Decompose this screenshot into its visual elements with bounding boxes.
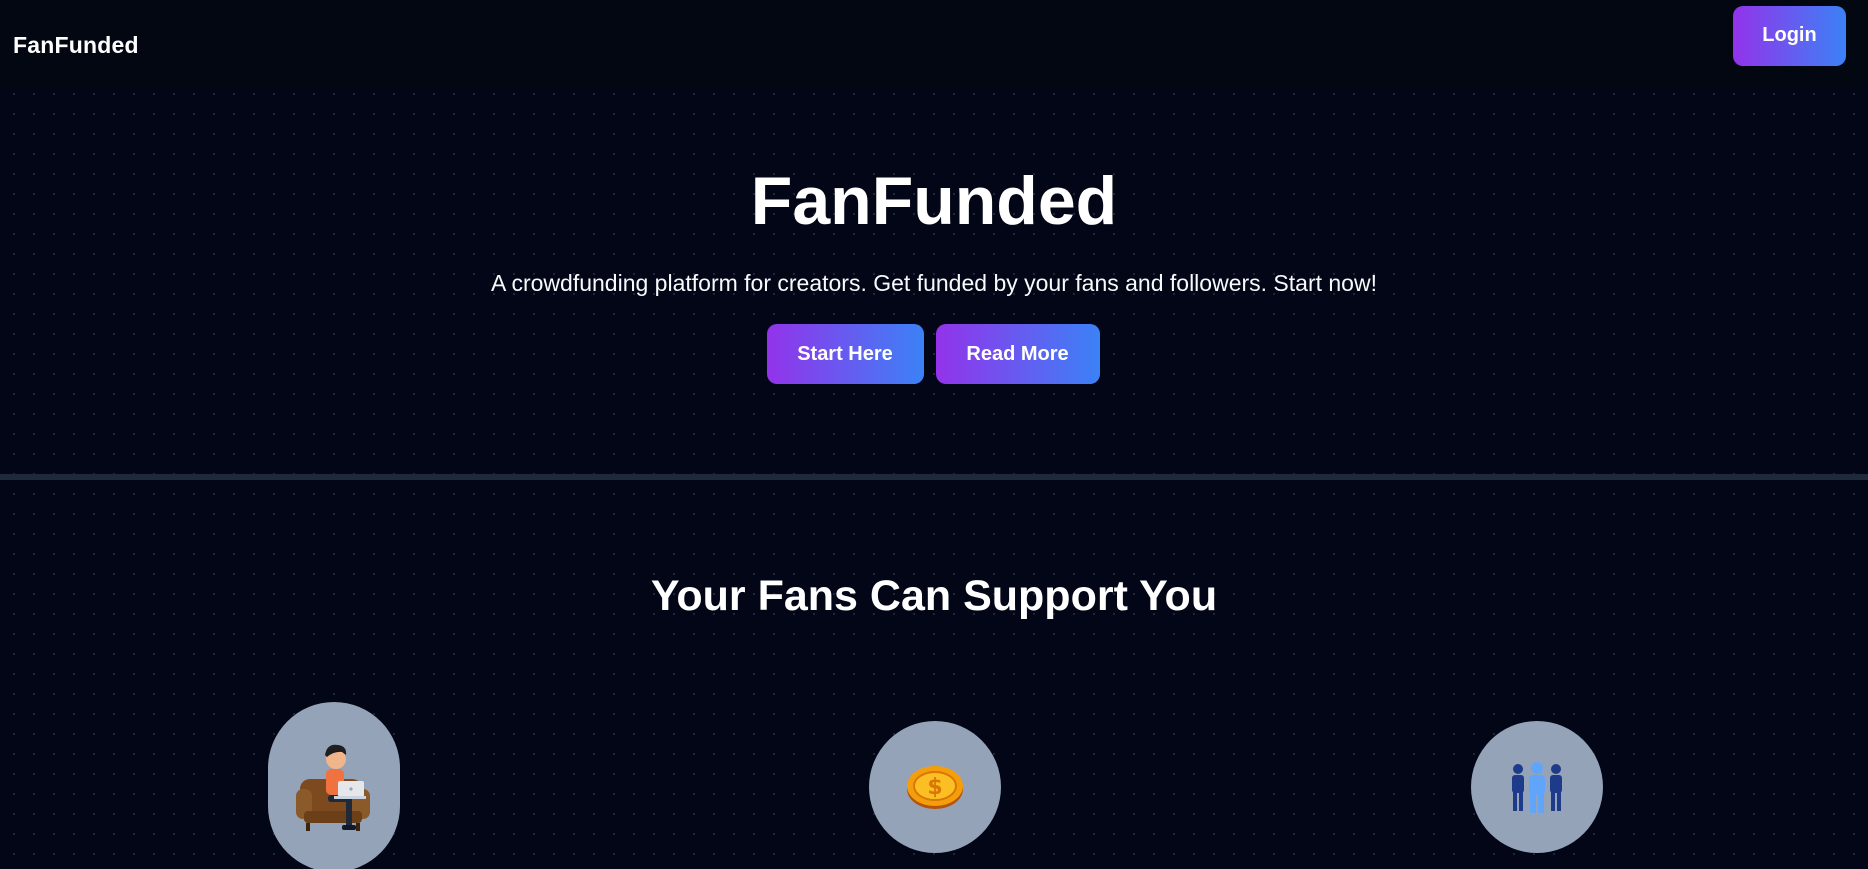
feature-creator	[268, 702, 400, 869]
support-title: Your Fans Can Support You	[650, 572, 1218, 620]
start-here-button[interactable]: Start Here	[766, 324, 924, 384]
hero-subtitle: A crowdfunding platform for creators. Ge…	[491, 270, 1377, 296]
feature-community	[1471, 721, 1603, 853]
svg-text:$: $	[927, 775, 942, 800]
hero-section: FanFunded A crowdfunding platform for cr…	[0, 87, 1868, 475]
read-more-button[interactable]: Read More	[935, 324, 1100, 384]
group-of-people-icon	[1512, 762, 1562, 813]
hero-title: FanFunded	[750, 163, 1118, 239]
hero-actions: Start Here Read More	[0, 324, 1868, 384]
gold-coin-icon: $	[907, 766, 963, 809]
page: FanFunded Login FanFunded A crowdfunding…	[0, 0, 1868, 869]
feature-coin: $	[869, 721, 1001, 853]
brand-logo[interactable]: FanFunded	[13, 32, 139, 59]
support-section: Your Fans Can Support You $	[0, 480, 1868, 869]
creator-on-laptop-icon	[296, 744, 370, 831]
navbar: FanFunded Login	[0, 0, 1868, 87]
login-button[interactable]: Login	[1733, 5, 1846, 66]
